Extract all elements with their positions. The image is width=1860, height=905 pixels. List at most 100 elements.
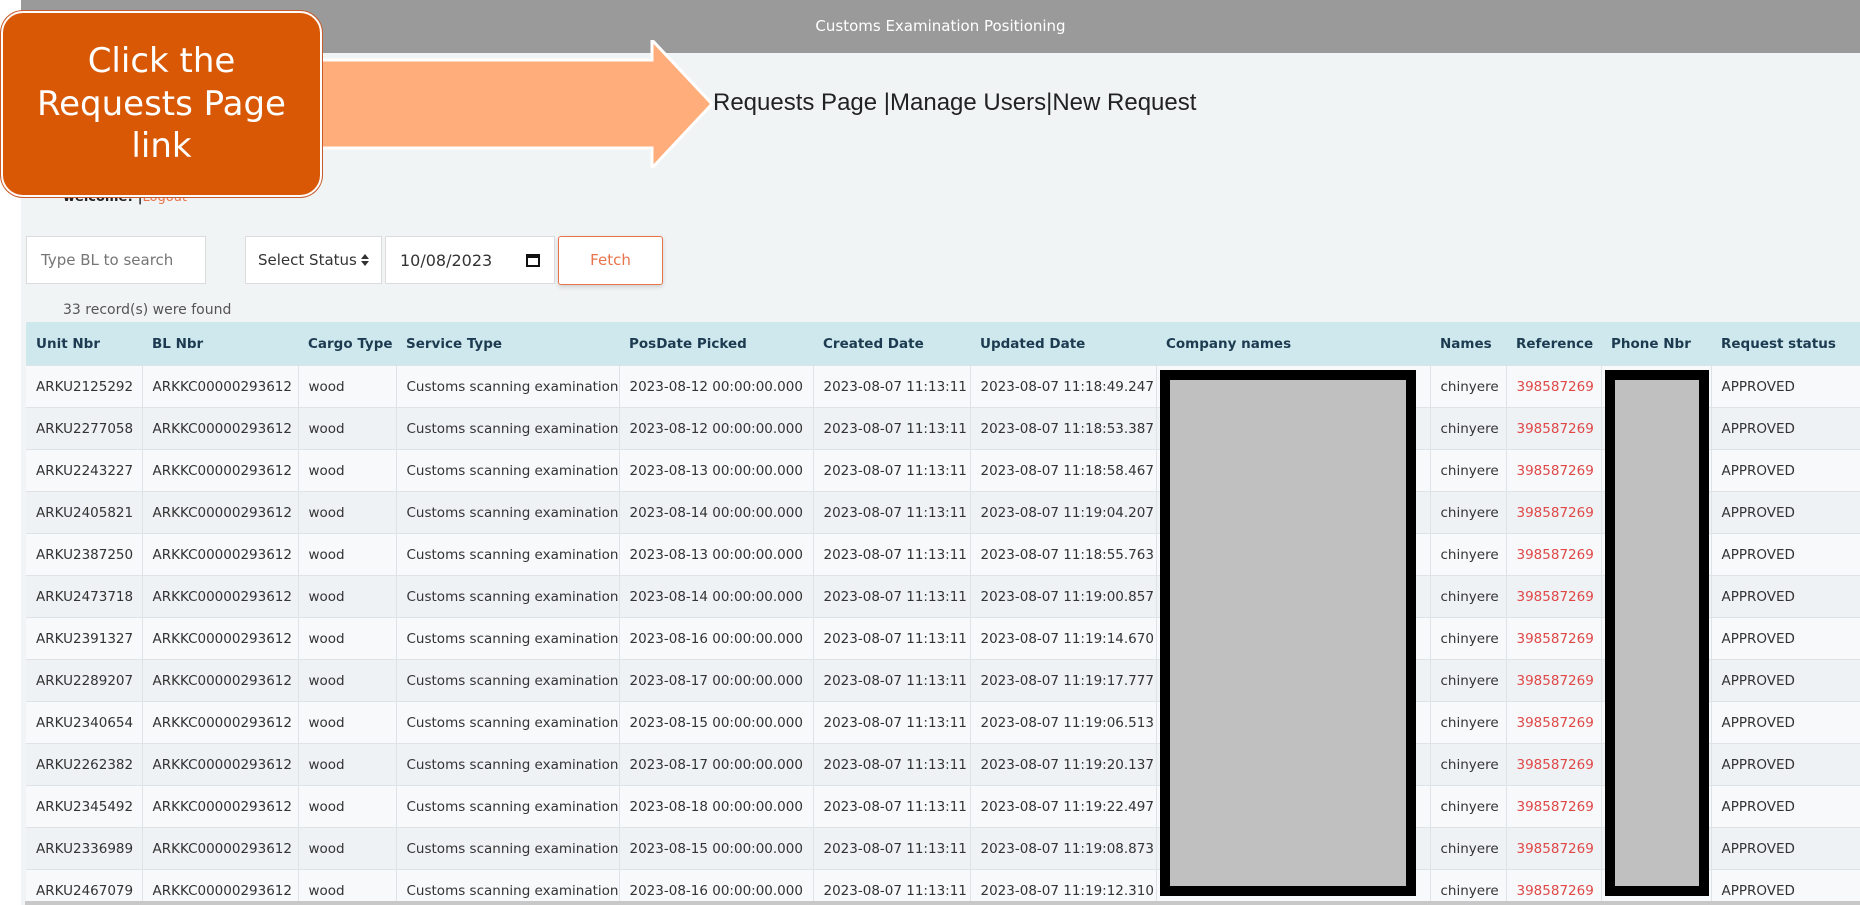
cell-posdate-picked: 2023-08-17 00:00:00.000 — [619, 743, 814, 786]
column-header-posdate-picked[interactable]: PosDate Picked — [619, 322, 813, 366]
cell-service-type: Customs scanning examination — [396, 743, 620, 786]
cell-updated-date: 2023-08-07 11:19:06.513 — [970, 701, 1157, 744]
cell-bl-nbr: ARKKC00000293612 — [142, 533, 299, 576]
date-input[interactable]: 10/08/2023 — [385, 236, 555, 284]
fetch-button[interactable]: Fetch — [558, 236, 663, 285]
column-header-company-names[interactable]: Company names — [1156, 322, 1430, 366]
table-row[interactable]: ARKU2387250 ARKKC00000293612 wood Customs s… — [26, 533, 1860, 576]
cell-names: chinyere — [1430, 827, 1507, 870]
cell-service-type: Customs scanning examination — [396, 449, 620, 492]
column-header-phone-nbr[interactable]: Phone Nbr — [1601, 322, 1711, 366]
cell-reference[interactable]: 398587269 — [1506, 617, 1602, 660]
cell-unit-nbr: ARKU2340654 — [26, 701, 143, 744]
cell-reference[interactable]: 398587269 — [1506, 407, 1602, 450]
column-header-updated-date[interactable]: Updated Date — [970, 322, 1156, 366]
column-header-cargo-type[interactable]: Cargo Type — [298, 322, 396, 366]
column-header-reference[interactable]: Reference — [1506, 322, 1601, 366]
cell-created-date: 2023-08-07 11:13:11 — [813, 785, 971, 828]
table-row[interactable]: ARKU2289207 ARKKC00000293612 wood Customs s… — [26, 659, 1860, 702]
cell-service-type: Customs scanning examination — [396, 617, 620, 660]
cell-service-type: Customs scanning examination — [396, 533, 620, 576]
column-header-service-type[interactable]: Service Type — [396, 322, 619, 366]
cell-bl-nbr: ARKKC00000293612 — [142, 575, 299, 618]
nav-requests-link[interactable]: Requests Page — [713, 89, 884, 116]
nav-new-request-link[interactable]: New Request — [1052, 89, 1196, 116]
table-row[interactable]: ARKU2405821 ARKKC00000293612 wood Customs s… — [26, 491, 1860, 534]
cell-reference[interactable]: 398587269 — [1506, 491, 1602, 534]
cell-names: chinyere — [1430, 743, 1507, 786]
cell-created-date: 2023-08-07 11:13:11 — [813, 869, 971, 905]
status-select[interactable]: Select Status — [245, 236, 382, 284]
cell-request-status: APPROVED — [1711, 617, 1860, 660]
cell-reference[interactable]: 398587269 — [1506, 869, 1602, 905]
cell-reference[interactable]: 398587269 — [1506, 659, 1602, 702]
table-row[interactable]: ARKU2340654 ARKKC00000293612 wood Customs s… — [26, 701, 1860, 744]
cell-names: chinyere — [1430, 533, 1507, 576]
cell-bl-nbr: ARKKC00000293612 — [142, 617, 299, 660]
cell-names: chinyere — [1430, 617, 1507, 660]
cell-created-date: 2023-08-07 11:13:11 — [813, 743, 971, 786]
cell-posdate-picked: 2023-08-14 00:00:00.000 — [619, 575, 814, 618]
table-row[interactable]: ARKU2277058 ARKKC00000293612 wood Customs s… — [26, 407, 1860, 450]
cell-names: chinyere — [1430, 785, 1507, 828]
date-value: 10/08/2023 — [400, 250, 493, 270]
table-row[interactable]: ARKU2243227 ARKKC00000293612 wood Customs s… — [26, 449, 1860, 492]
column-header-names[interactable]: Names — [1430, 322, 1506, 366]
column-header-bl-nbr[interactable]: BL Nbr — [142, 322, 298, 366]
cell-service-type: Customs scanning examination — [396, 869, 620, 905]
cell-reference[interactable]: 398587269 — [1506, 827, 1602, 870]
cell-request-status: APPROVED — [1711, 365, 1860, 408]
cell-service-type: Customs scanning examination — [396, 365, 620, 408]
cell-posdate-picked: 2023-08-18 00:00:00.000 — [619, 785, 814, 828]
cell-request-status: APPROVED — [1711, 869, 1860, 905]
callout-text: Click the Requests Page link — [37, 41, 286, 167]
cell-cargo-type: wood — [298, 449, 397, 492]
cell-unit-nbr: ARKU2125292 — [26, 365, 143, 408]
cell-bl-nbr: ARKKC00000293612 — [142, 743, 299, 786]
cell-unit-nbr: ARKU2336989 — [26, 827, 143, 870]
cell-unit-nbr: ARKU2467079 — [26, 869, 143, 905]
cell-posdate-picked: 2023-08-17 00:00:00.000 — [619, 659, 814, 702]
requests-table: Unit Nbr BL Nbr Cargo Type Service Type PosD… — [26, 322, 1860, 905]
nav-manage-users-link[interactable]: Manage Users — [890, 89, 1046, 116]
column-header-created-date[interactable]: Created Date — [813, 322, 970, 366]
cell-reference[interactable]: 398587269 — [1506, 533, 1602, 576]
status-select-label: Select Status — [258, 251, 357, 269]
cell-reference[interactable]: 398587269 — [1506, 449, 1602, 492]
table-row[interactable]: ARKU2125292 ARKKC00000293612 wood Customs s… — [26, 365, 1860, 408]
cell-posdate-picked: 2023-08-15 00:00:00.000 — [619, 827, 814, 870]
table-row[interactable]: ARKU2345492 ARKKC00000293612 wood Customs s… — [26, 785, 1860, 828]
cell-reference[interactable]: 398587269 — [1506, 365, 1602, 408]
cell-names: chinyere — [1430, 869, 1507, 905]
column-header-request-status[interactable]: Request status — [1711, 322, 1860, 366]
cell-reference[interactable]: 398587269 — [1506, 575, 1602, 618]
cell-updated-date: 2023-08-07 11:18:55.763 — [970, 533, 1157, 576]
horizontal-scrollbar[interactable] — [25, 901, 1860, 905]
cell-updated-date: 2023-08-07 11:18:53.387 — [970, 407, 1157, 450]
cell-posdate-picked: 2023-08-13 00:00:00.000 — [619, 449, 814, 492]
cell-cargo-type: wood — [298, 575, 397, 618]
table-row[interactable]: ARKU2467079 ARKKC00000293612 wood Customs s… — [26, 869, 1860, 905]
calendar-icon[interactable] — [526, 253, 540, 267]
table-row[interactable]: ARKU2336989 ARKKC00000293612 wood Customs s… — [26, 827, 1860, 870]
cell-bl-nbr: ARKKC00000293612 — [142, 491, 299, 534]
cell-reference[interactable]: 398587269 — [1506, 785, 1602, 828]
cell-cargo-type: wood — [298, 743, 397, 786]
cell-request-status: APPROVED — [1711, 575, 1860, 618]
cell-cargo-type: wood — [298, 617, 397, 660]
cell-reference[interactable]: 398587269 — [1506, 701, 1602, 744]
cell-cargo-type: wood — [298, 785, 397, 828]
bl-search-input[interactable] — [26, 236, 206, 284]
cell-posdate-picked: 2023-08-15 00:00:00.000 — [619, 701, 814, 744]
column-header-unit-nbr[interactable]: Unit Nbr — [26, 322, 142, 366]
table-row[interactable]: ARKU2262382 ARKKC00000293612 wood Customs s… — [26, 743, 1860, 786]
cell-updated-date: 2023-08-07 11:19:17.777 — [970, 659, 1157, 702]
cell-posdate-picked: 2023-08-14 00:00:00.000 — [619, 491, 814, 534]
cell-updated-date: 2023-08-07 11:19:12.310 — [970, 869, 1157, 905]
cell-created-date: 2023-08-07 11:13:11 — [813, 407, 971, 450]
table-row[interactable]: ARKU2391327 ARKKC00000293612 wood Customs s… — [26, 617, 1860, 660]
cell-bl-nbr: ARKKC00000293612 — [142, 827, 299, 870]
cell-reference[interactable]: 398587269 — [1506, 743, 1602, 786]
cell-service-type: Customs scanning examination — [396, 491, 620, 534]
table-row[interactable]: ARKU2473718 ARKKC00000293612 wood Customs s… — [26, 575, 1860, 618]
